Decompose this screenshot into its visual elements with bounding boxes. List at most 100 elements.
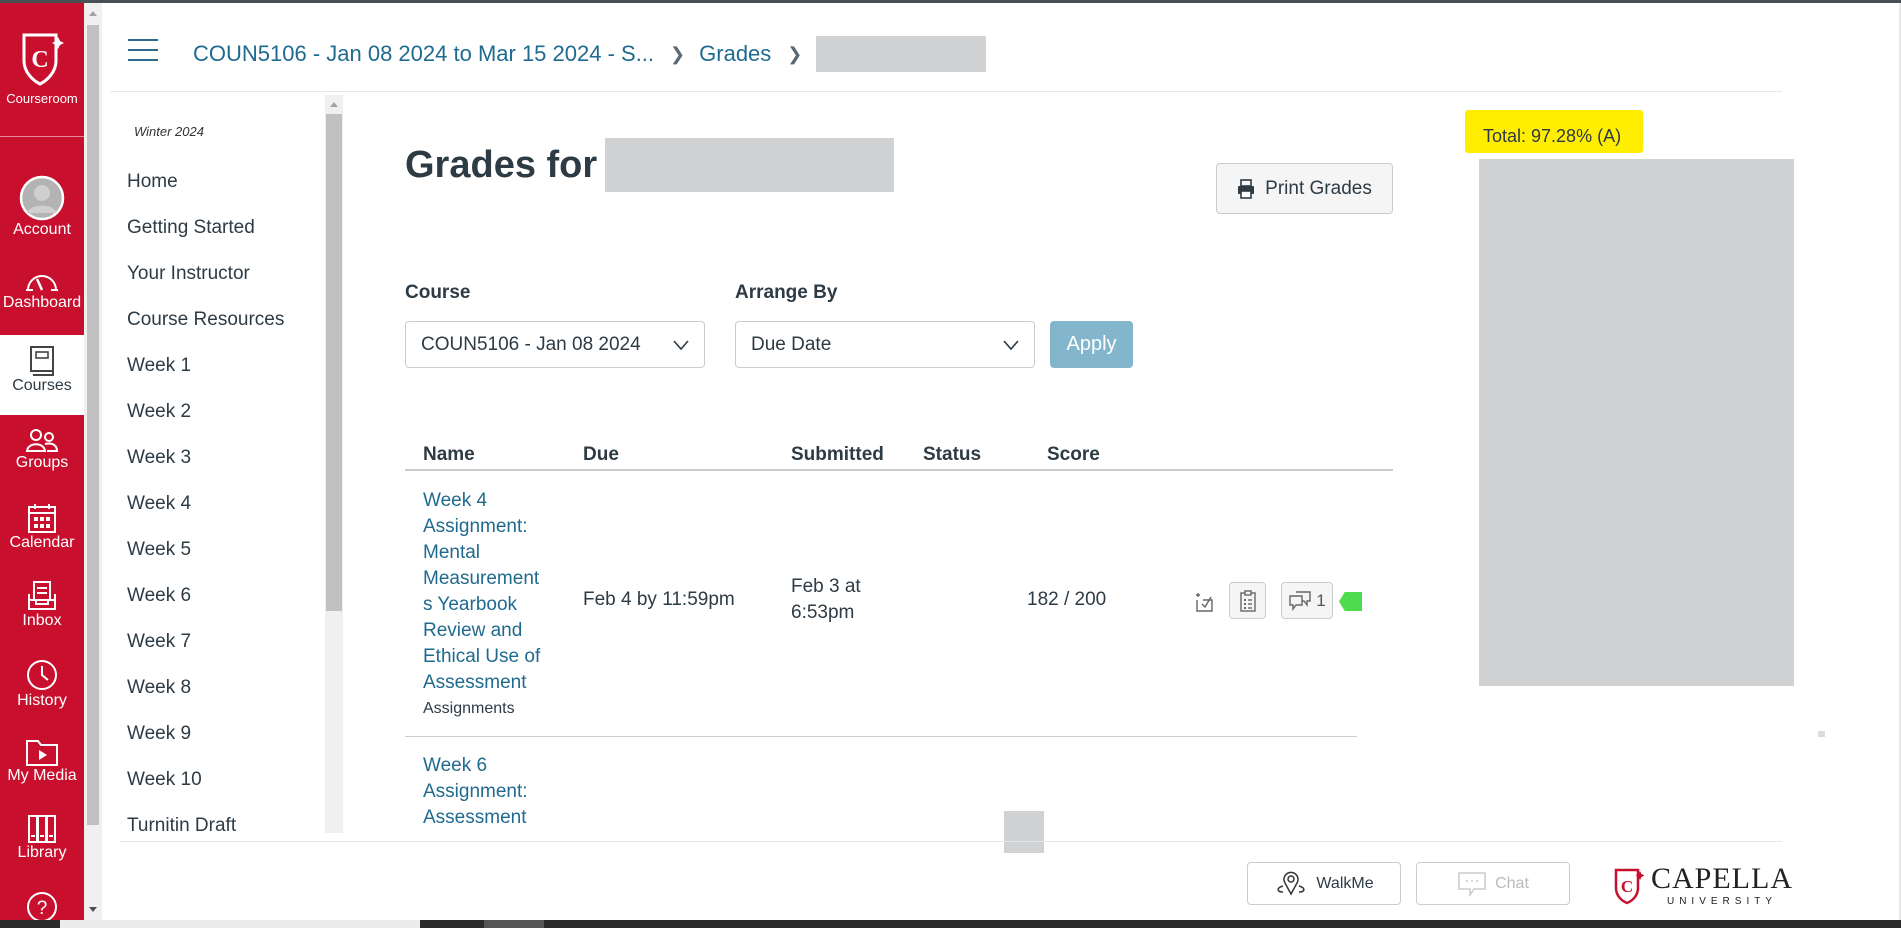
nav-calendar-label: Calendar [9,534,75,551]
nav-groups[interactable]: Groups [0,428,84,472]
course-select-label: Course [405,282,471,303]
library-books-icon [28,815,56,843]
course-nav-scrollbar[interactable] [325,95,343,833]
capella-university-logo: C CAPELLA UNIVERSITY [1613,864,1793,907]
scroll-down-arrow-icon[interactable] [89,907,97,912]
print-grades-button[interactable]: Print Grades [1216,163,1393,214]
footer-divider [120,841,1782,842]
global-nav-scrollbar[interactable] [84,3,102,920]
course-nav-list: Home Getting Started Your Instructor Course… [127,168,284,836]
brand-subtitle: UNIVERSITY [1666,896,1777,907]
scroll-up-arrow-icon[interactable] [89,11,97,16]
course-nav-item[interactable]: Week 8 [127,674,284,720]
course-nav-item[interactable]: Course Resources [127,306,284,352]
redacted-area [1004,811,1044,853]
scrollbar-thumb[interactable] [326,114,342,611]
nav-courses[interactable]: Courses [0,335,84,415]
media-folder-play-icon [26,740,58,766]
rubric-button[interactable] [1229,582,1266,619]
text-line: Assessment [423,672,527,693]
term-label: Winter 2024 [134,124,204,139]
column-header-due: Due [583,444,619,465]
course-select-value: COUN5106 - Jan 08 2024 [421,333,641,355]
nav-library[interactable]: Library [0,814,84,862]
course-nav-item[interactable]: Week 4 [127,490,284,536]
nav-courses-label: Courses [12,377,72,394]
text-line: Assignment: [423,516,528,537]
global-navigation: C Courseroom Account Dashboard Courses G… [0,3,84,923]
breadcrumb-course-link[interactable]: COUN5106 - Jan 08 2024 to Mar 15 2024 - … [193,41,654,67]
walkme-button[interactable]: WalkMe [1247,862,1401,905]
nav-my-media-label: My Media [7,767,77,784]
course-select[interactable]: COUN5106 - Jan 08 2024 [405,321,705,368]
breadcrumb-grades-link[interactable]: Grades [699,41,771,67]
capella-shield-icon: C [1614,868,1645,904]
course-nav-item[interactable]: Home [127,168,284,214]
text-line: Assessment [423,807,527,828]
course-nav-item[interactable]: Week 6 [127,582,284,628]
course-nav-item[interactable]: Week 1 [127,352,284,398]
capella-shield-icon: C [22,33,64,86]
nav-inbox[interactable]: Inbox [0,580,84,630]
dashboard-gauge-icon [26,275,58,291]
printer-icon [1238,178,1255,199]
brand-name: CAPELLA [1651,862,1793,895]
course-nav-item[interactable]: Week 7 [127,628,284,674]
scroll-up-arrow-icon[interactable] [330,102,338,107]
arrange-by-value: Due Date [751,333,832,355]
text-line: 6:53pm [791,602,855,623]
nav-dashboard-label: Dashboard [2,294,82,311]
chevron-down-icon [673,340,689,351]
course-nav-item[interactable]: Week 10 [127,766,284,812]
breadcrumb-student-redacted [816,36,987,72]
groups-people-icon [25,429,59,452]
course-nav-item[interactable]: Turnitin Draft [127,812,284,836]
course-nav-item[interactable]: Week 9 [127,720,284,766]
nav-history[interactable]: History [0,658,84,710]
comments-button[interactable]: 1 [1281,582,1333,619]
column-header-status: Status [923,444,982,465]
course-nav-item[interactable]: Week 3 [127,444,284,490]
column-header-name: Name [423,444,475,465]
page-title: Grades for [405,138,895,192]
column-header-score: Score [1047,444,1100,465]
text-line: Week 4 [423,490,488,511]
course-nav-item[interactable]: Week 5 [127,536,284,582]
what-if-score-icon[interactable] [1193,591,1215,613]
assignment-link[interactable]: Week 4 Assignment: Mental Measurement s Year… [423,488,553,696]
nav-my-media[interactable]: My Media [0,737,84,785]
text-line: Measurement [423,568,540,589]
nav-dashboard[interactable]: Dashboard [0,268,84,312]
chevron-right-icon: ❯ [670,43,686,64]
nav-calendar[interactable]: Calendar [0,502,84,552]
nav-account[interactable]: Account [0,175,84,239]
course-nav-item[interactable]: Week 2 [127,398,284,444]
courseroom-logo-link[interactable]: C Courseroom [0,31,84,106]
table-row: Week 6 Assignment: Assessment [405,737,1393,857]
unread-indicator-flag [1339,592,1362,611]
arrange-by-select[interactable]: Due Date [735,321,1035,368]
column-header-submitted: Submitted [791,444,884,465]
due-date: Feb 4 by 11:59pm [583,589,735,610]
scrollbar-thumb[interactable] [87,25,99,825]
svg-text:?: ? [37,898,48,919]
assignment-link[interactable]: Week 6 Assignment: Assessment [423,753,553,831]
course-navigation: Winter 2024 Home Getting Started Your Inst… [112,92,325,836]
comments-icon [1289,590,1311,611]
text-line: Assignment: [423,781,528,802]
text-line: Mental [423,542,481,563]
chat-button[interactable]: Chat [1416,862,1570,905]
hamburger-menu-button[interactable] [128,39,158,61]
apply-button[interactable]: Apply [1050,321,1133,368]
svg-text:C: C [31,47,48,73]
text-line: s Yearbook [423,594,518,615]
chat-bubble-icon [1458,871,1486,897]
courseroom-label: Courseroom [6,91,78,106]
redacted-summary [1479,159,1794,686]
course-nav-item[interactable]: Getting Started [127,214,284,260]
breadcrumb: COUN5106 - Jan 08 2024 to Mar 15 2024 - … [193,36,987,72]
svg-text:C: C [1621,877,1633,896]
nav-help[interactable]: ? [0,891,84,923]
course-nav-item[interactable]: Your Instructor [127,260,284,306]
page-header: COUN5106 - Jan 08 2024 to Mar 15 2024 - … [102,3,1782,92]
